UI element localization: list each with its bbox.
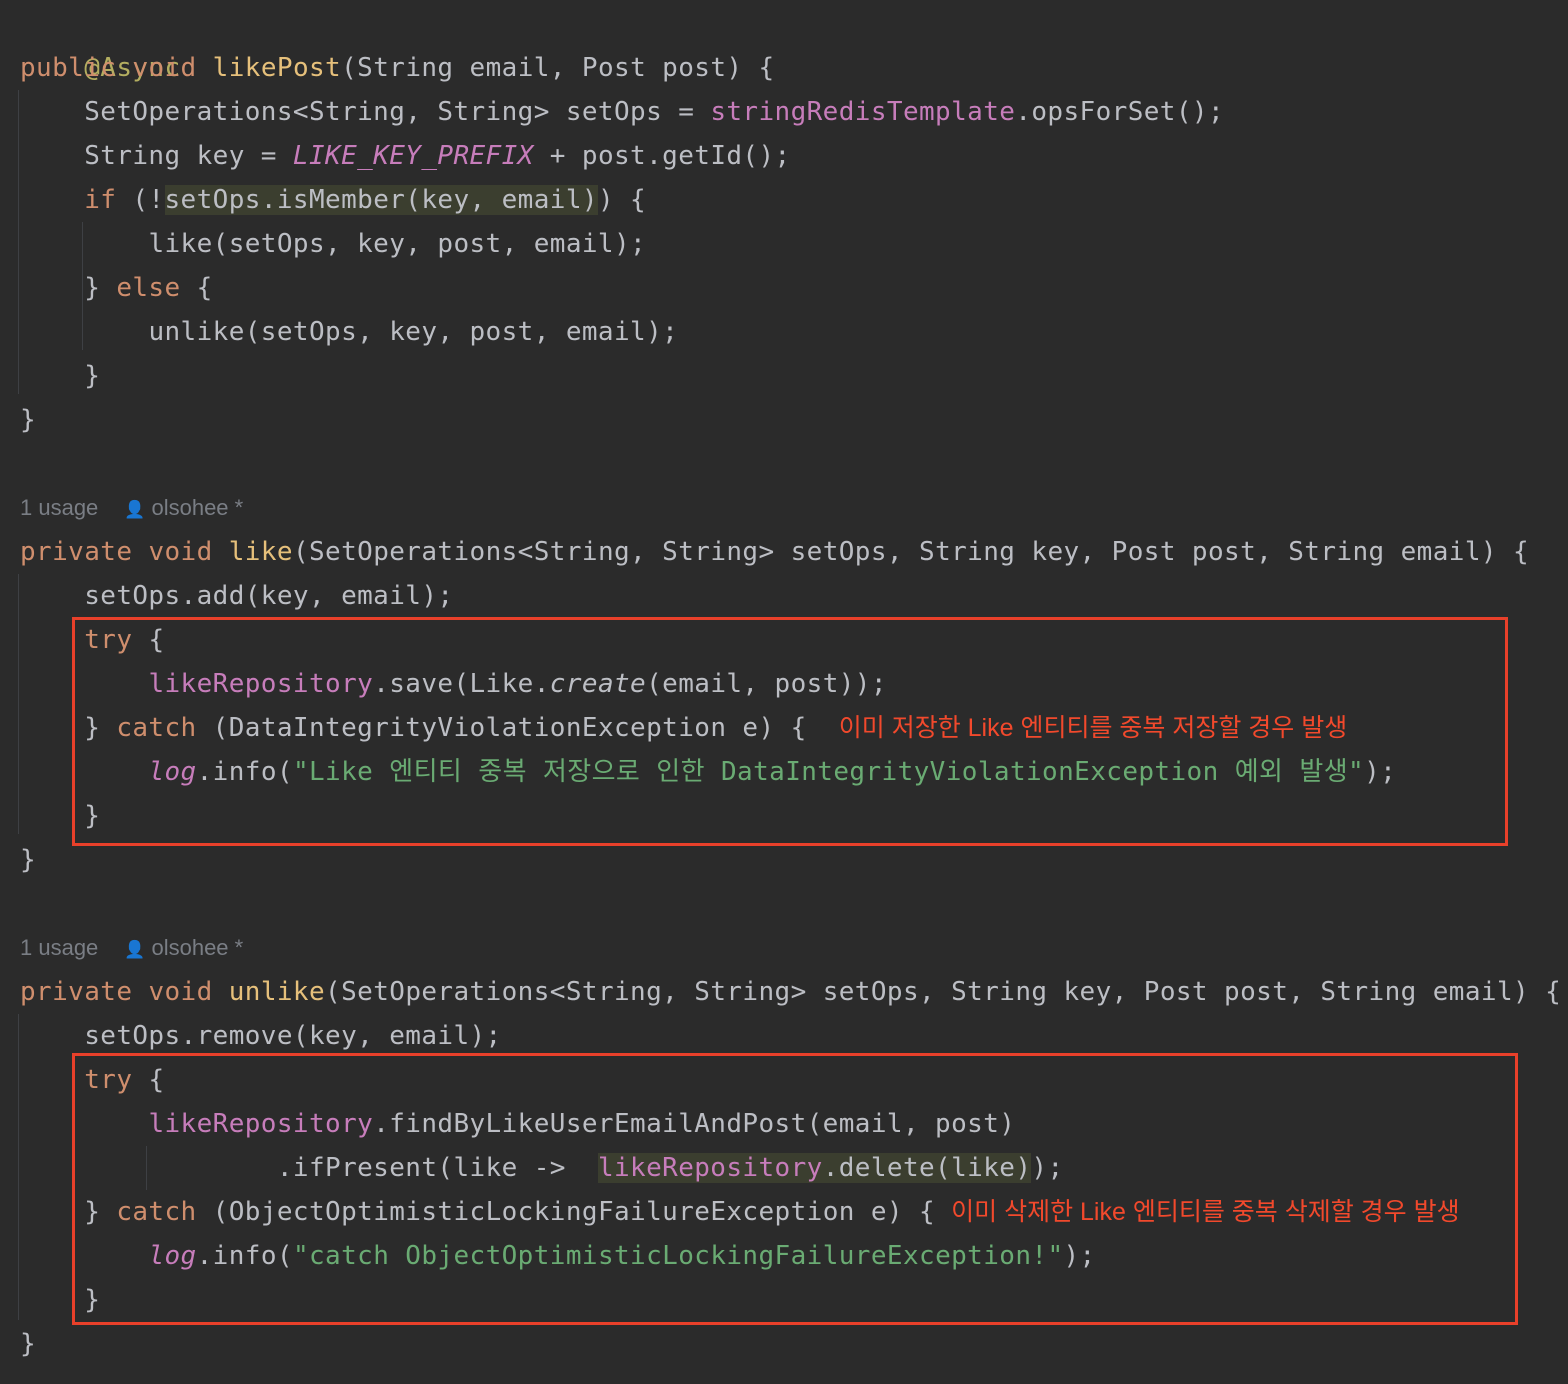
indent-guide [18,90,19,394]
keyword: private [20,537,133,567]
author-hint[interactable]: 👤 olsohee * [124,935,243,960]
method-name[interactable]: unlike [229,977,325,1007]
author-name: olsohee * [151,495,244,520]
usage-hint[interactable]: 1 usage 👤 olsohee * [20,493,243,523]
keyword: void [132,53,197,83]
method-name[interactable]: like [229,537,293,567]
code-text: } [84,273,117,303]
author-name: olsohee * [151,935,244,960]
code-line: private void like(SetOperations<String, … [20,530,1529,574]
code-text: } [20,845,37,875]
code-text: (! [116,185,165,215]
code-text: setOps.add(key, email); [84,581,454,611]
code-text: .opsForSet(); [1015,97,1225,127]
highlight-box [72,617,1508,846]
code-text: } [20,405,37,435]
person-icon: 👤 [124,500,146,519]
code-line: } [20,838,36,882]
code-line: like(setOps, key, post, email); [20,222,646,266]
keyword: else [116,273,181,303]
code-line: } [20,398,36,442]
keyword: if [84,185,117,215]
method-params: (String email, Post post) { [341,53,775,83]
code-line: String key = LIKE_KEY_PREFIX + post.getI… [20,134,791,178]
keyword: void [148,977,213,1007]
person-icon: 👤 [124,940,146,959]
code-line: public void likePost(String email, Post … [20,46,775,90]
code-text: } [84,361,101,391]
code-text: + post.getId(); [533,141,791,171]
code-line: setOps.remove(key, email); [20,1014,502,1058]
code-line: if (!setOps.isMember(key, email)) { [20,178,646,222]
method-name[interactable]: likePost [213,53,341,83]
method-params: (SetOperations<String, String> setOps, S… [325,977,1562,1007]
code-text: } [20,1329,37,1359]
constant-ref[interactable]: LIKE_KEY_PREFIX [293,141,534,171]
indent-guide [18,1014,19,1320]
code-line: private void unlike(SetOperations<String… [20,970,1561,1014]
code-line: SetOperations<String, String> setOps = s… [20,90,1224,134]
indent-guide [18,574,19,834]
code-line: } [20,354,100,398]
code-line: unlike(setOps, key, post, email); [20,310,678,354]
code-line: setOps.add(key, email); [20,574,453,618]
highlighted-expression[interactable]: setOps.isMember(key, email) [164,185,598,215]
code-text: like(setOps, key, post, email); [148,229,647,259]
keyword: void [148,537,213,567]
code-text: SetOperations<String, String> setOps = [84,97,711,127]
usage-hint[interactable]: 1 usage 👤 olsohee * [20,933,243,963]
code-text: setOps.remove(key, email); [84,1021,502,1051]
code-text: ) { [597,185,647,215]
code-editor[interactable]: @Async public void likePost(String email… [0,0,1568,1384]
code-text: { [180,273,213,303]
code-text: unlike(setOps, key, post, email); [148,317,679,347]
usage-count[interactable]: 1 usage [20,495,98,520]
code-line: } else { [20,266,213,310]
author-hint[interactable]: 👤 olsohee * [124,495,243,520]
usage-count[interactable]: 1 usage [20,935,98,960]
keyword: public [20,53,117,83]
code-text: String key = [84,141,293,171]
method-params: (SetOperations<String, String> setOps, S… [292,537,1530,567]
code-line: } [20,1322,36,1366]
highlight-box [72,1053,1518,1325]
code-line: @Async [20,2,181,83]
keyword: private [20,977,133,1007]
field-ref[interactable]: stringRedisTemplate [710,97,1015,127]
